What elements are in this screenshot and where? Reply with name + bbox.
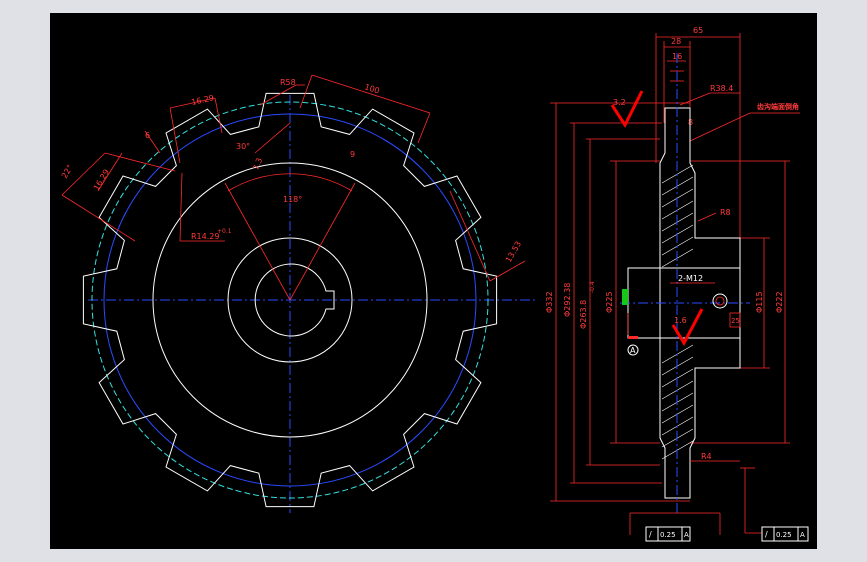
- dim-line-100: [311, 74, 431, 114]
- dim-118: 118°: [283, 195, 302, 204]
- front-view: 118° 100 R58 16.29 6 22° 16.29 R14.29 +0…: [60, 74, 538, 513]
- dim-25: 25: [731, 317, 740, 325]
- roughness-mark-3-2: [610, 90, 644, 129]
- side-view: 65 28 16 8 R38.4 齿沟端面倒角 Φ332 Φ292.38 Φ26…: [545, 26, 809, 542]
- tol-1-sym: /: [649, 530, 652, 539]
- dim-100: 100: [363, 82, 380, 95]
- cad-drawing: 118° 100 R58 16.29 6 22° 16.29 R14.29 +0…: [60, 26, 809, 542]
- dim-3-3: 7.3: [251, 157, 264, 172]
- dim-2-m12: 2-M12: [678, 274, 703, 283]
- dim-22deg: 22°: [60, 163, 75, 180]
- drawing-viewport[interactable]: 118° 100 R58 16.29 6 22° 16.29 R14.29 +0…: [50, 13, 817, 549]
- dim-16-29-left: 16.29: [92, 168, 111, 192]
- mark-9: 9: [350, 150, 355, 159]
- tapped-hole: [712, 293, 728, 309]
- dim-222: Φ222: [775, 291, 784, 313]
- dim-16-29-top: 16.29: [191, 93, 215, 107]
- dim-6: 6: [145, 131, 150, 140]
- tol-2-val: 0.25: [776, 531, 792, 539]
- dim-225: Φ225: [605, 291, 614, 313]
- dim-292-38: Φ292.38: [563, 283, 572, 317]
- dim-65: 65: [693, 26, 703, 35]
- dim-28: 28: [671, 37, 681, 46]
- dim-332: Φ332: [545, 291, 554, 313]
- dim-r14-29: R14.29: [191, 232, 219, 241]
- tol-1-val: 0.25: [660, 531, 676, 539]
- tol-2-ref: A: [800, 531, 805, 539]
- dim-r38-4: R38.4: [710, 84, 733, 93]
- datum-marker: [622, 289, 628, 305]
- rough-3-2: 3.2: [613, 98, 626, 107]
- dim-r8: R8: [720, 208, 731, 217]
- datum-a: A: [630, 346, 636, 355]
- dim-r14-29-tol: +0.1: [217, 228, 232, 235]
- dim-263: Φ263.8: [579, 300, 588, 329]
- note-chamfer: 齿沟端面倒角: [757, 102, 799, 111]
- dim-13-53: 13.53: [504, 240, 523, 264]
- dim-r58: R58: [280, 78, 296, 87]
- dim-115: Φ115: [755, 291, 764, 313]
- tol-2-sym: /: [765, 530, 768, 539]
- tol-1-ref: A: [684, 531, 689, 539]
- dim-r4: R4: [701, 452, 712, 461]
- dim-8-top: 8: [688, 118, 693, 127]
- dim-263-tol: -0.4: [589, 281, 596, 293]
- dim-30deg: 30°: [236, 142, 250, 151]
- rough-1-6: 1.6: [674, 316, 687, 325]
